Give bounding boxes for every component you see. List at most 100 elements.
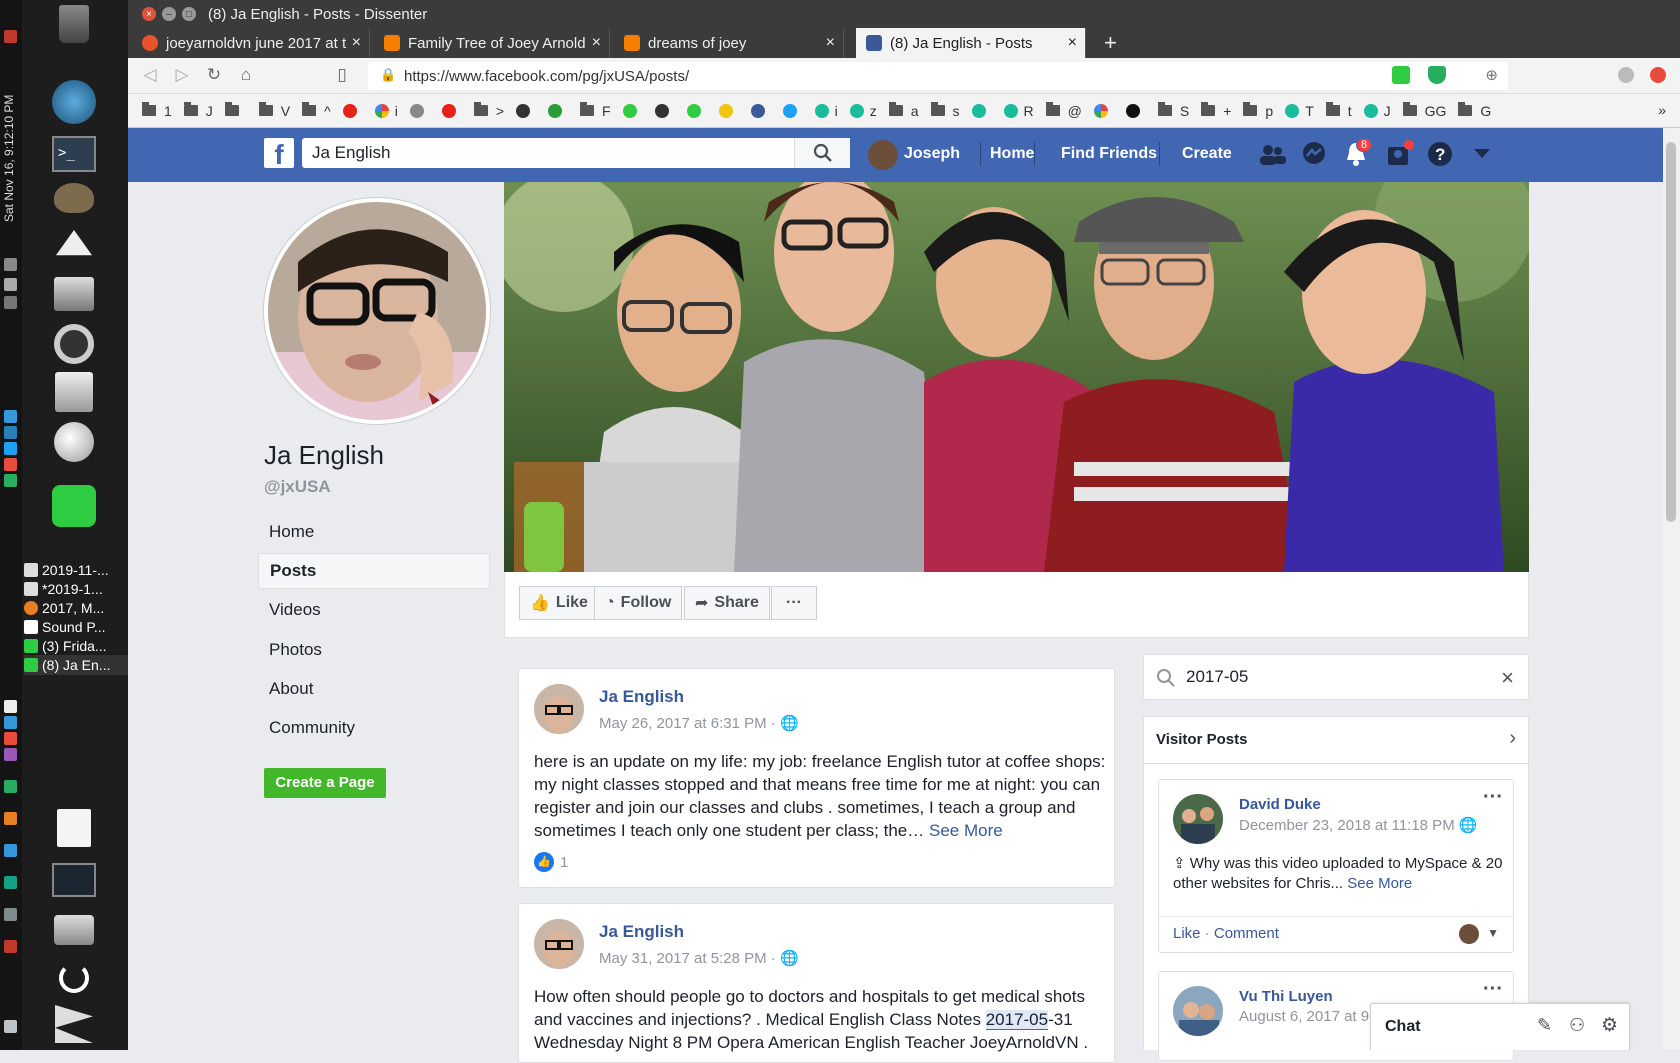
page-nav-videos[interactable]: Videos	[258, 592, 490, 628]
app-switcher-icon[interactable]	[50, 1002, 98, 1046]
file-cabinet-icon[interactable]	[50, 370, 98, 414]
tab[interactable]: dreams of joey ×	[614, 28, 844, 58]
maximize-window-button[interactable]: □	[182, 7, 196, 21]
post-options-icon[interactable]: ···	[1483, 978, 1503, 1001]
new-tab-button[interactable]: +	[1104, 30, 1117, 56]
shield-extension-icon[interactable]	[1428, 66, 1446, 84]
friend-requests-icon[interactable]	[1258, 140, 1286, 168]
tab[interactable]: joeyarnoldvn june 2017 at t ×	[132, 28, 370, 58]
cover-photo[interactable]	[504, 182, 1529, 572]
notifications-icon[interactable]: 8	[1342, 138, 1373, 168]
back-icon[interactable]: ◁	[140, 65, 160, 85]
tray-app-icon[interactable]	[4, 410, 17, 423]
tray-app-icon[interactable]	[4, 700, 17, 713]
address-bar[interactable]: 🔒 https://www.facebook.com/pg/jxUSA/post…	[368, 62, 1508, 90]
chat-settings-gear-icon[interactable]: ⚙	[1601, 1014, 1618, 1037]
task-item[interactable]: (3) Frida...	[24, 636, 128, 656]
gimp-icon[interactable]	[50, 176, 98, 220]
bookmark-item[interactable]: T	[1285, 100, 1314, 122]
dissenter-extension-icon[interactable]	[1392, 66, 1410, 84]
battery-icon[interactable]	[4, 296, 17, 309]
close-window-button[interactable]: ×	[142, 7, 156, 21]
groups-icon[interactable]	[1384, 140, 1414, 168]
bookmark-item[interactable]	[224, 100, 247, 122]
visitor-post-timestamp[interactable]: August 6, 2017 at 9	[1239, 1008, 1369, 1025]
bookmark-item[interactable]: G	[1458, 100, 1491, 122]
bookmark-item[interactable]	[782, 100, 803, 122]
visitor-avatar[interactable]	[1173, 794, 1223, 844]
update-icon[interactable]	[1650, 67, 1666, 83]
wifi-icon[interactable]	[4, 278, 17, 291]
forward-icon[interactable]: ▷	[172, 65, 192, 85]
new-message-icon[interactable]: ✎	[1537, 1015, 1552, 1036]
bookmark-item[interactable]: R	[1003, 100, 1034, 122]
visitor-post-timestamp[interactable]: December 23, 2018 at 11:18 PM 🌐	[1239, 816, 1478, 834]
page-handle[interactable]: @jxUSA	[264, 477, 331, 497]
tray-app-icon[interactable]	[4, 458, 17, 471]
tab-close-icon[interactable]: ×	[352, 34, 361, 52]
tray-app-icon[interactable]	[4, 780, 17, 793]
page-nav-home[interactable]: Home	[258, 514, 490, 550]
page-scrollbar[interactable]	[1663, 128, 1680, 1050]
terminal-icon[interactable]: >_	[50, 132, 98, 176]
bookmark-item[interactable]: >	[473, 100, 504, 122]
bookmark-item[interactable]: J	[1363, 100, 1391, 122]
bookmark-item[interactable]: z	[849, 100, 877, 122]
bookmark-item[interactable]	[1093, 100, 1114, 122]
bookmark-item[interactable]: GG	[1402, 100, 1446, 122]
reload-icon[interactable]: ↻	[204, 65, 224, 85]
scanner-icon[interactable]	[50, 272, 98, 316]
visitor-author-name[interactable]: David Duke	[1239, 796, 1321, 813]
media-player-icon[interactable]	[50, 80, 98, 124]
task-item[interactable]: 2017, M...	[24, 598, 128, 618]
facebook-search-input[interactable]: Ja English	[302, 138, 850, 168]
bookmark-item[interactable]	[622, 100, 643, 122]
bookmark-item[interactable]: ^	[302, 100, 331, 122]
bookmark-item[interactable]: F	[580, 100, 611, 122]
post-author-avatar[interactable]	[534, 919, 584, 969]
follow-page-button[interactable]: ◔ Follow	[594, 586, 683, 620]
user-profile-link[interactable]: Joseph	[904, 145, 960, 163]
bookmark-item[interactable]	[516, 100, 536, 122]
dissenter-launcher-icon[interactable]	[50, 484, 98, 528]
bookmark-item[interactable]: V	[258, 100, 290, 122]
task-item[interactable]: *2019-1...	[24, 579, 128, 599]
zoom-icon[interactable]: ⊕	[1485, 66, 1498, 84]
bookmark-item[interactable]	[409, 100, 430, 122]
home-icon[interactable]: ⌂	[236, 65, 256, 85]
bookmark-item[interactable]	[441, 100, 462, 122]
messenger-icon[interactable]	[1300, 140, 1328, 168]
post-author-name[interactable]: Ja English	[599, 687, 684, 707]
bookmark-item[interactable]	[548, 100, 568, 122]
chat-bar[interactable]: Chat ✎ ⚇ ⚙	[1370, 1003, 1630, 1050]
bookmark-icon[interactable]: ▯	[332, 65, 352, 85]
bookmark-item[interactable]: 1	[142, 100, 172, 122]
share-page-button[interactable]: ➦ Share	[684, 586, 770, 620]
post-reactions[interactable]: 👍 1	[534, 852, 568, 872]
post-options-icon[interactable]: ···	[1483, 786, 1503, 809]
network-icon[interactable]	[4, 258, 17, 271]
trash-icon[interactable]	[50, 2, 98, 46]
post-timestamp[interactable]: May 26, 2017 at 6:31 PM · 🌐	[599, 714, 799, 732]
bookmark-item[interactable]: +	[1201, 100, 1231, 122]
bookmark-item[interactable]: i	[814, 100, 838, 122]
create-page-button[interactable]: Create a Page	[264, 768, 386, 798]
profile-icon[interactable]	[1618, 67, 1634, 83]
system-clock[interactable]: Sat Nov 16, 9:12:10 PM	[2, 62, 20, 222]
tray-app-icon[interactable]	[4, 426, 17, 439]
user-avatar[interactable]	[868, 140, 898, 170]
text-editor-icon[interactable]	[50, 806, 98, 850]
page-nav-photos[interactable]: Photos	[258, 632, 490, 668]
see-more-link[interactable]: See More	[929, 821, 1003, 840]
tray-app-icon[interactable]	[4, 844, 17, 857]
bookmark-item[interactable]: J	[183, 100, 213, 122]
visitor-avatar[interactable]	[1173, 986, 1223, 1036]
tab-close-icon[interactable]: ×	[1068, 34, 1077, 52]
tray-app-icon[interactable]	[4, 474, 17, 487]
facebook-logo-icon[interactable]: f	[264, 138, 294, 170]
visitor-like-link[interactable]: Like	[1173, 925, 1201, 942]
task-item[interactable]: Sound P...	[24, 617, 128, 637]
tray-app-icon[interactable]	[4, 1020, 17, 1033]
bookmark-item[interactable]	[654, 100, 675, 122]
find-friends-link[interactable]: Find Friends	[1061, 145, 1157, 163]
